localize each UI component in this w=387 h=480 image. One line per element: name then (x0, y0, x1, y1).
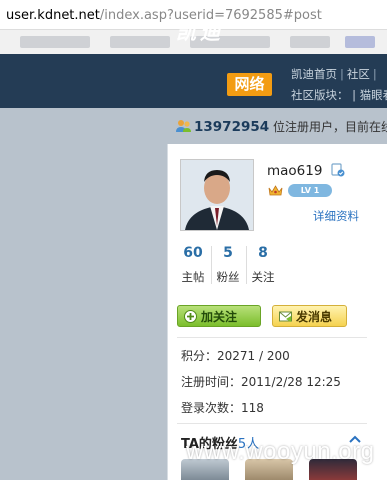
stat-posts-label: 主帖 (181, 270, 205, 284)
forum-nav: 社区版块： | 猫眼看 (291, 87, 387, 103)
message-button-label: 发消息 (296, 310, 333, 324)
stat-following-value: 8 (258, 245, 268, 261)
username: mao619 (267, 163, 323, 179)
top-nav: 凯迪首页 | 社区 | (291, 67, 377, 81)
registered-text: 位注册用户，目前在线 (272, 120, 387, 134)
divider (177, 423, 367, 424)
nav-community-link[interactable]: 社区 (347, 67, 370, 81)
message-button[interactable]: 发消息 (272, 305, 347, 327)
registered-time-text: 注册时间：2011/2/28 12:25 (181, 375, 341, 389)
logo-char-2[interactable]: 迪 (200, 16, 221, 45)
forum-label: 社区版块： (291, 88, 349, 102)
stat-divider (246, 246, 247, 284)
divider (177, 337, 367, 338)
stat-posts[interactable]: 60 主帖 (178, 245, 208, 285)
registered-users-line: 13972954 位注册用户，目前在线 (176, 118, 387, 135)
stat-posts-value: 60 (183, 245, 203, 261)
forum-link[interactable]: 猫眼看 (360, 88, 387, 102)
blurred-bookmark[interactable] (110, 36, 170, 48)
follow-button[interactable]: 加关注 (177, 305, 261, 327)
level-badge: LV 1 (288, 184, 332, 197)
stat-divider (211, 246, 212, 284)
stat-fans-value: 5 (223, 245, 233, 261)
url-host: user.kdnet.net (6, 8, 100, 23)
avatar[interactable] (180, 159, 254, 231)
mail-icon (279, 311, 292, 322)
stat-fans[interactable]: 5 粉丝 (213, 245, 243, 285)
logo-char-1[interactable]: 凯 (176, 16, 197, 45)
follow-button-label: 加关注 (201, 310, 238, 324)
stat-following-label: 关注 (251, 270, 275, 284)
registered-count: 13972954 (194, 119, 270, 135)
plus-icon (184, 310, 197, 323)
logo-badge[interactable]: 网络 (227, 73, 272, 96)
verified-icon (331, 163, 345, 177)
points-text: 积分：20271 / 200 (181, 349, 290, 363)
watermark-text: www.wooyun.org (186, 438, 375, 465)
stat-fans-label: 粉丝 (216, 270, 240, 284)
nav-home-link[interactable]: 凯迪首页 (291, 67, 337, 81)
blurred-bookmark[interactable] (290, 36, 330, 48)
login-count-text: 登录次数：118 (181, 401, 264, 415)
blurred-bookmark[interactable] (345, 36, 375, 48)
avatar-photo (181, 160, 253, 230)
crown-icon (268, 185, 283, 196)
detail-info-link[interactable]: 详细资料 (313, 208, 359, 224)
users-icon (176, 120, 191, 132)
blurred-bookmark[interactable] (20, 36, 90, 48)
stat-following[interactable]: 8 关注 (248, 245, 278, 285)
